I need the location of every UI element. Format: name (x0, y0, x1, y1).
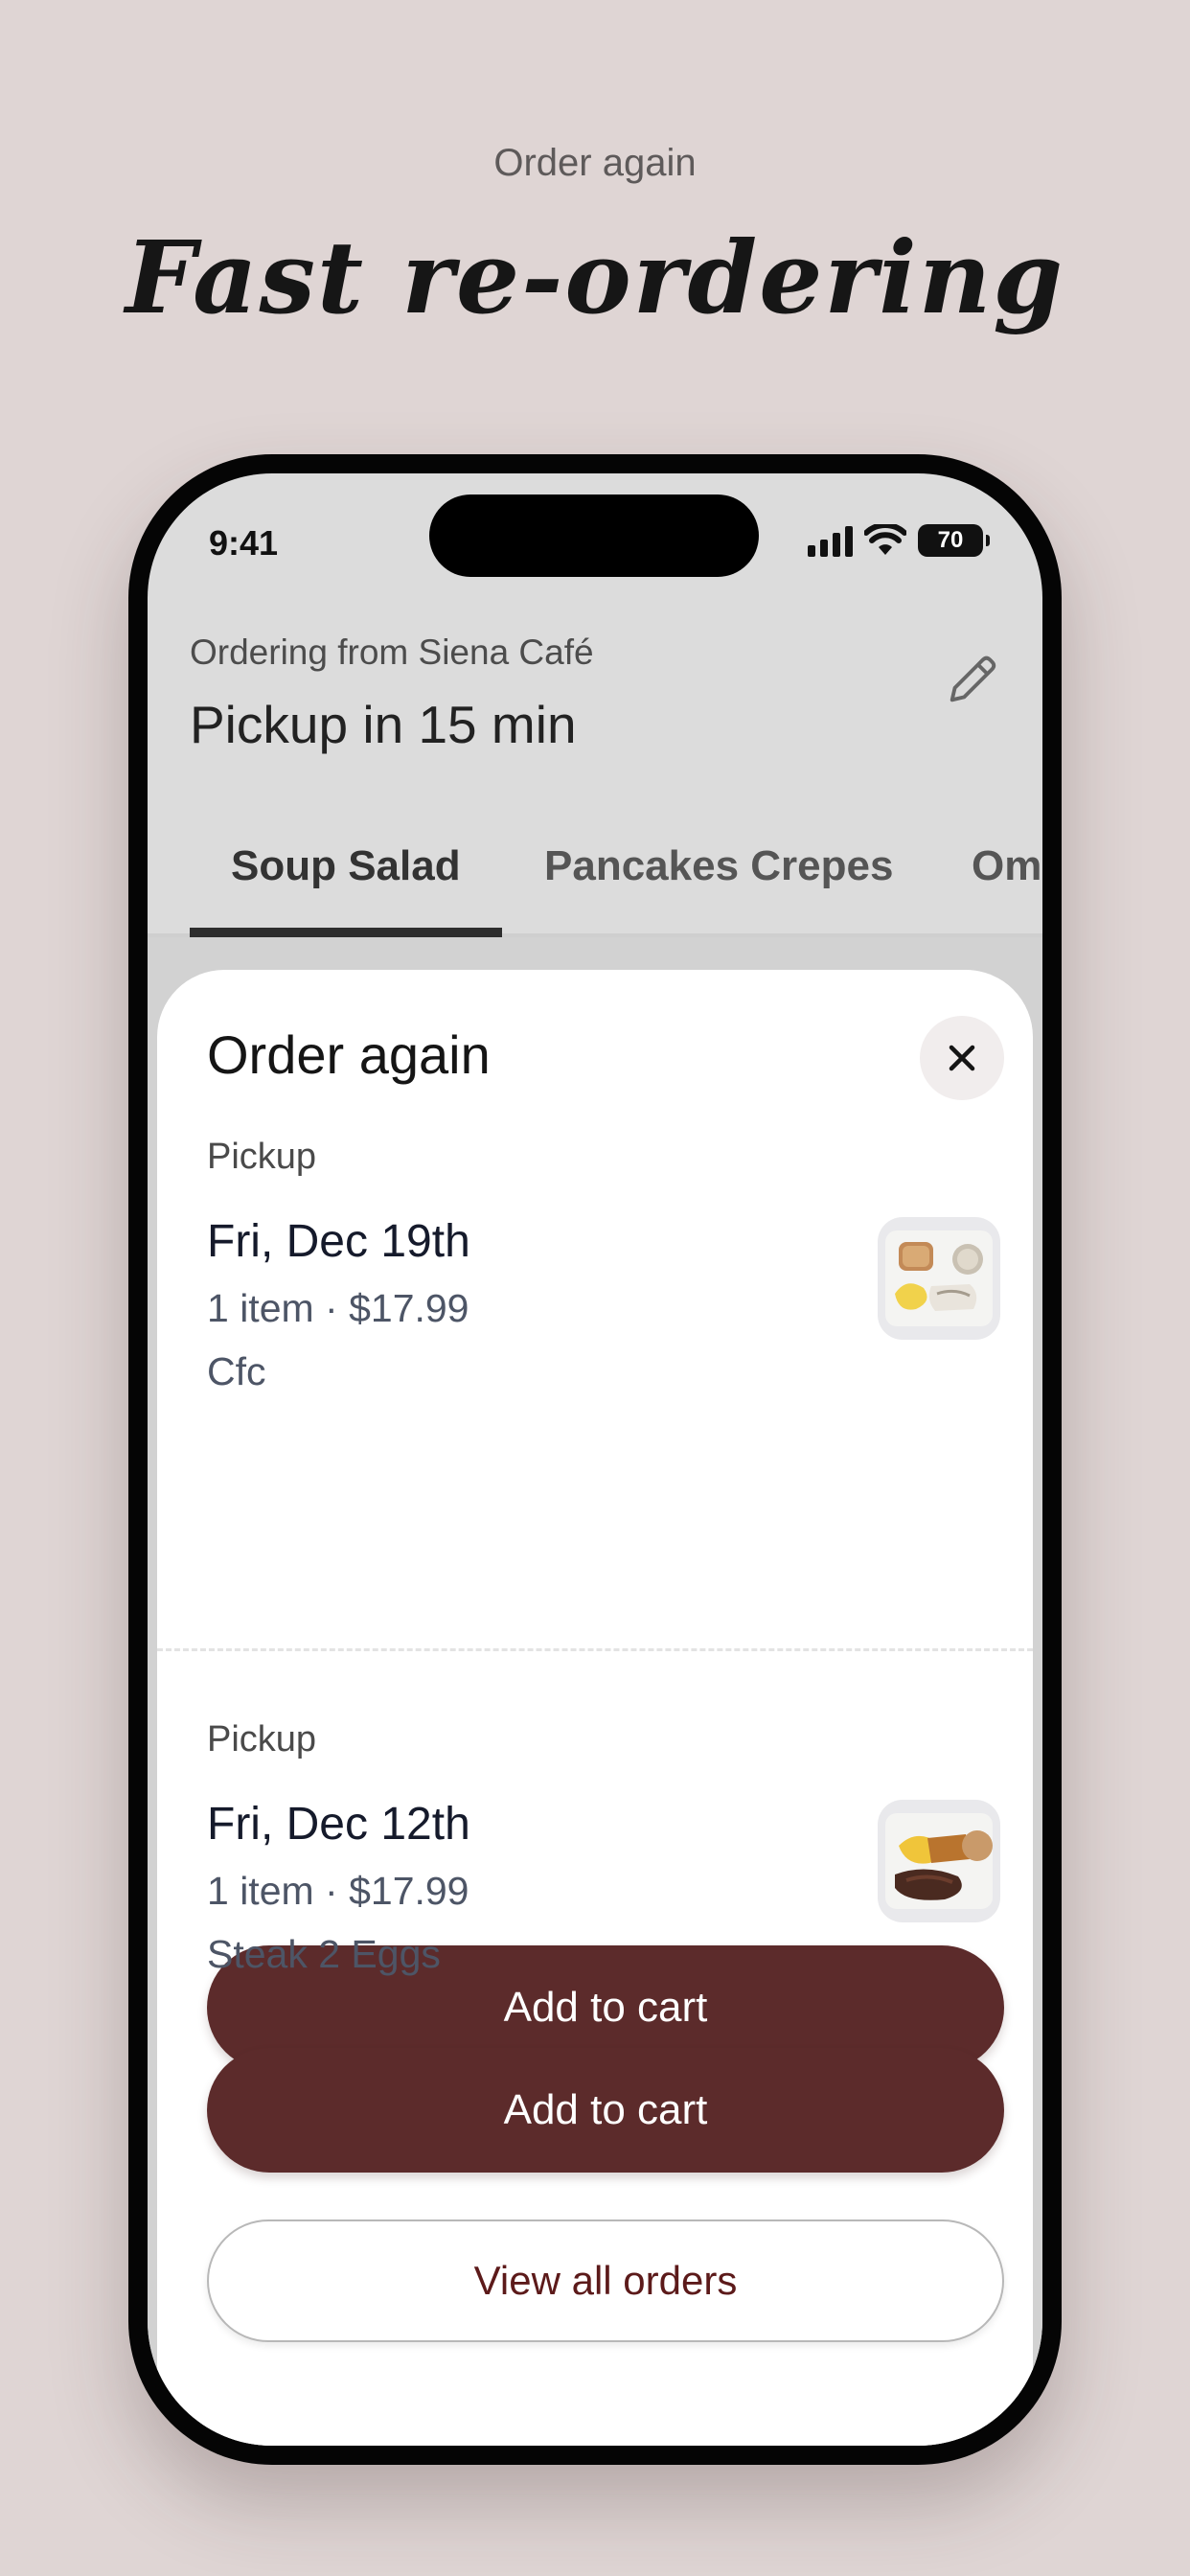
close-button[interactable] (920, 1016, 1004, 1100)
tab-ome[interactable]: Ome (972, 828, 1042, 933)
tab-soup-salad[interactable]: Soup Salad (231, 828, 461, 933)
category-tabs: Soup Salad Pancakes Crepes Ome (148, 828, 1042, 943)
tab-pancakes-crepes[interactable]: Pancakes Crepes (544, 828, 893, 933)
food-plate-image (885, 1230, 993, 1326)
ordering-from-label: Ordering from Siena Café (190, 632, 594, 672)
order-summary: 1 item · $17.99 (207, 1286, 469, 1330)
order-thumbnail (878, 1800, 1000, 1922)
order-item-name: Cfc (207, 1349, 266, 1393)
sheet-title: Order again (207, 1024, 491, 1085)
order-again-sheet: Order again Pickup Fri, Dec 19th 1 item … (157, 970, 1033, 2446)
food-plate-image (885, 1813, 993, 1909)
battery-icon: 70 (918, 524, 990, 557)
signal-icon (808, 524, 853, 557)
order-date: Fri, Dec 12th (207, 1799, 470, 1850)
promo-subtitle: Order again (493, 142, 697, 184)
order-thumbnail (878, 1217, 1000, 1340)
order-type: Pickup (207, 1719, 317, 1760)
promo-title: Fast re-ordering (125, 218, 1065, 336)
divider (157, 1648, 1033, 1651)
order-summary: 1 item · $17.99 (207, 1869, 469, 1913)
close-icon (949, 1045, 975, 1071)
order-item-name: Steak 2 Eggs (207, 1932, 441, 1976)
add-to-cart-button[interactable]: Add to cart (207, 2048, 1004, 2173)
pencil-edit-icon[interactable] (943, 650, 1002, 709)
order-type: Pickup (207, 1137, 317, 1177)
status-icons: 70 (808, 518, 990, 564)
wifi-icon (864, 524, 906, 555)
phone-frame: 9:41 70 Ordering from Siena Café Pickup … (128, 454, 1062, 2465)
order-date: Fri, Dec 19th (207, 1216, 470, 1267)
pickup-time: Pickup in 15 min (190, 695, 577, 754)
phone-screen: 9:41 70 Ordering from Siena Café Pickup … (148, 473, 1042, 2446)
dynamic-island (429, 494, 759, 577)
view-all-orders-button[interactable]: View all orders (207, 2220, 1004, 2342)
status-time: 9:41 (209, 523, 279, 563)
active-tab-indicator (190, 928, 502, 937)
